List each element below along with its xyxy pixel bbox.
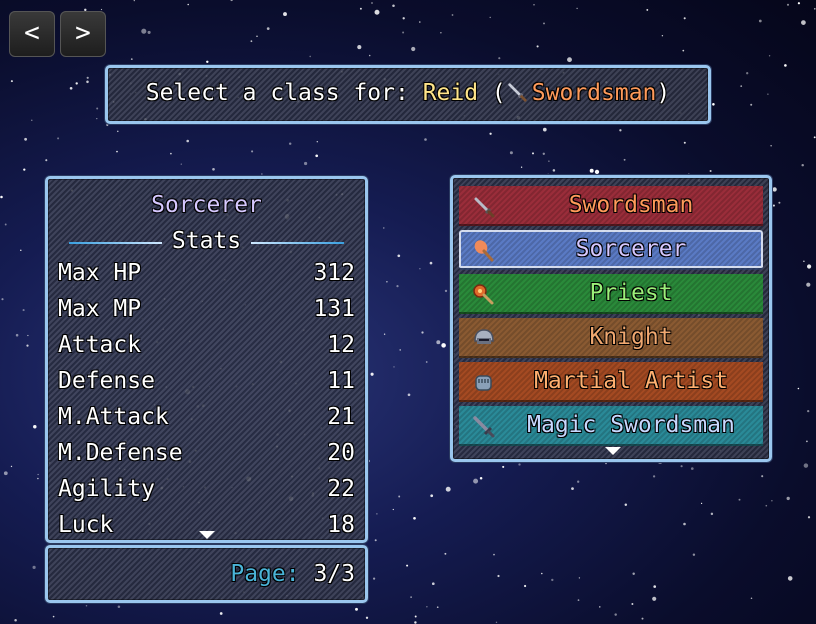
actor-name: Reid xyxy=(422,80,479,106)
class-option-label: Magic Swordsman xyxy=(527,412,735,438)
class-option-sorcerer[interactable]: Sorcerer xyxy=(459,230,763,270)
class-status-window: Sorcerer Stats Max HP 312 Max MP 131 Attack 1… xyxy=(45,176,368,543)
mace-icon xyxy=(471,282,497,308)
staff-icon xyxy=(471,238,497,264)
stat-name: Luck xyxy=(58,512,114,538)
stat-row: Max MP 131 xyxy=(58,296,355,332)
stats-heading: Stats xyxy=(171,228,242,254)
current-class-name: Swordsman xyxy=(531,80,657,106)
stat-value: 12 xyxy=(327,332,355,358)
help-window: Select a class for: Reid ( Swordsman) xyxy=(105,65,711,124)
help-prefix: Select a class for: xyxy=(145,80,423,106)
stat-row: Defense 11 xyxy=(58,368,355,404)
open-paren: ( xyxy=(478,80,506,106)
previous-button[interactable]: < xyxy=(9,11,55,57)
close-paren: ) xyxy=(656,80,671,106)
class-option-martial-artist[interactable]: Martial Artist xyxy=(459,362,763,402)
help-text: Select a class for: Reid ( Swordsman) xyxy=(108,80,708,106)
stat-value: 312 xyxy=(313,260,355,286)
helmet-icon xyxy=(471,326,497,352)
stat-value: 22 xyxy=(327,476,355,502)
page-indicator: Page: 3/3 xyxy=(230,561,355,587)
stat-name: Agility xyxy=(58,476,155,502)
stat-value: 20 xyxy=(327,440,355,466)
class-option-knight[interactable]: Knight xyxy=(459,318,763,358)
stat-row: Attack 12 xyxy=(58,332,355,368)
stat-row: Max HP 312 xyxy=(58,260,355,296)
class-option-label: Knight xyxy=(589,324,673,350)
stat-value: 18 xyxy=(327,512,355,538)
fist-icon xyxy=(471,370,497,396)
next-button[interactable]: > xyxy=(60,11,106,57)
stat-name: M.Attack xyxy=(58,404,169,430)
stat-value: 11 xyxy=(327,368,355,394)
stat-row: M.Attack 21 xyxy=(58,404,355,440)
class-option-label: Sorcerer xyxy=(575,236,687,262)
stat-name: Max MP xyxy=(58,296,142,322)
class-title: Sorcerer xyxy=(151,192,262,218)
stat-value: 131 xyxy=(313,296,355,322)
class-option-label: Priest xyxy=(589,280,673,306)
stat-name: Defense xyxy=(58,368,155,394)
stat-row: Agility 22 xyxy=(58,476,355,512)
rune-sword-icon xyxy=(471,414,497,440)
stat-name: Attack xyxy=(58,332,142,358)
page-window: Page: 3/3 xyxy=(45,545,368,603)
class-option-priest[interactable]: Priest xyxy=(459,274,763,314)
class-list-window: Swordsman Sorcerer Priest Knight Martial Art… xyxy=(450,175,772,462)
page-value: 3/3 xyxy=(313,561,355,587)
class-option-label: Martial Artist xyxy=(534,368,728,394)
scroll-down-arrow[interactable] xyxy=(199,531,215,539)
sword-icon xyxy=(506,81,528,103)
page-label: Page: xyxy=(230,561,300,587)
class-option-magic-swordsman[interactable]: Magic Swordsman xyxy=(459,406,763,446)
stat-name: Max HP xyxy=(58,260,142,286)
class-option-swordsman[interactable]: Swordsman xyxy=(459,186,763,226)
class-option-label: Swordsman xyxy=(568,192,694,218)
divider-right xyxy=(251,242,344,244)
scroll-down-arrow[interactable] xyxy=(605,447,621,455)
stat-row: M.Defense 20 xyxy=(58,440,355,476)
stat-value: 21 xyxy=(327,404,355,430)
sword-icon xyxy=(471,194,497,220)
stat-name: M.Defense xyxy=(58,440,183,466)
